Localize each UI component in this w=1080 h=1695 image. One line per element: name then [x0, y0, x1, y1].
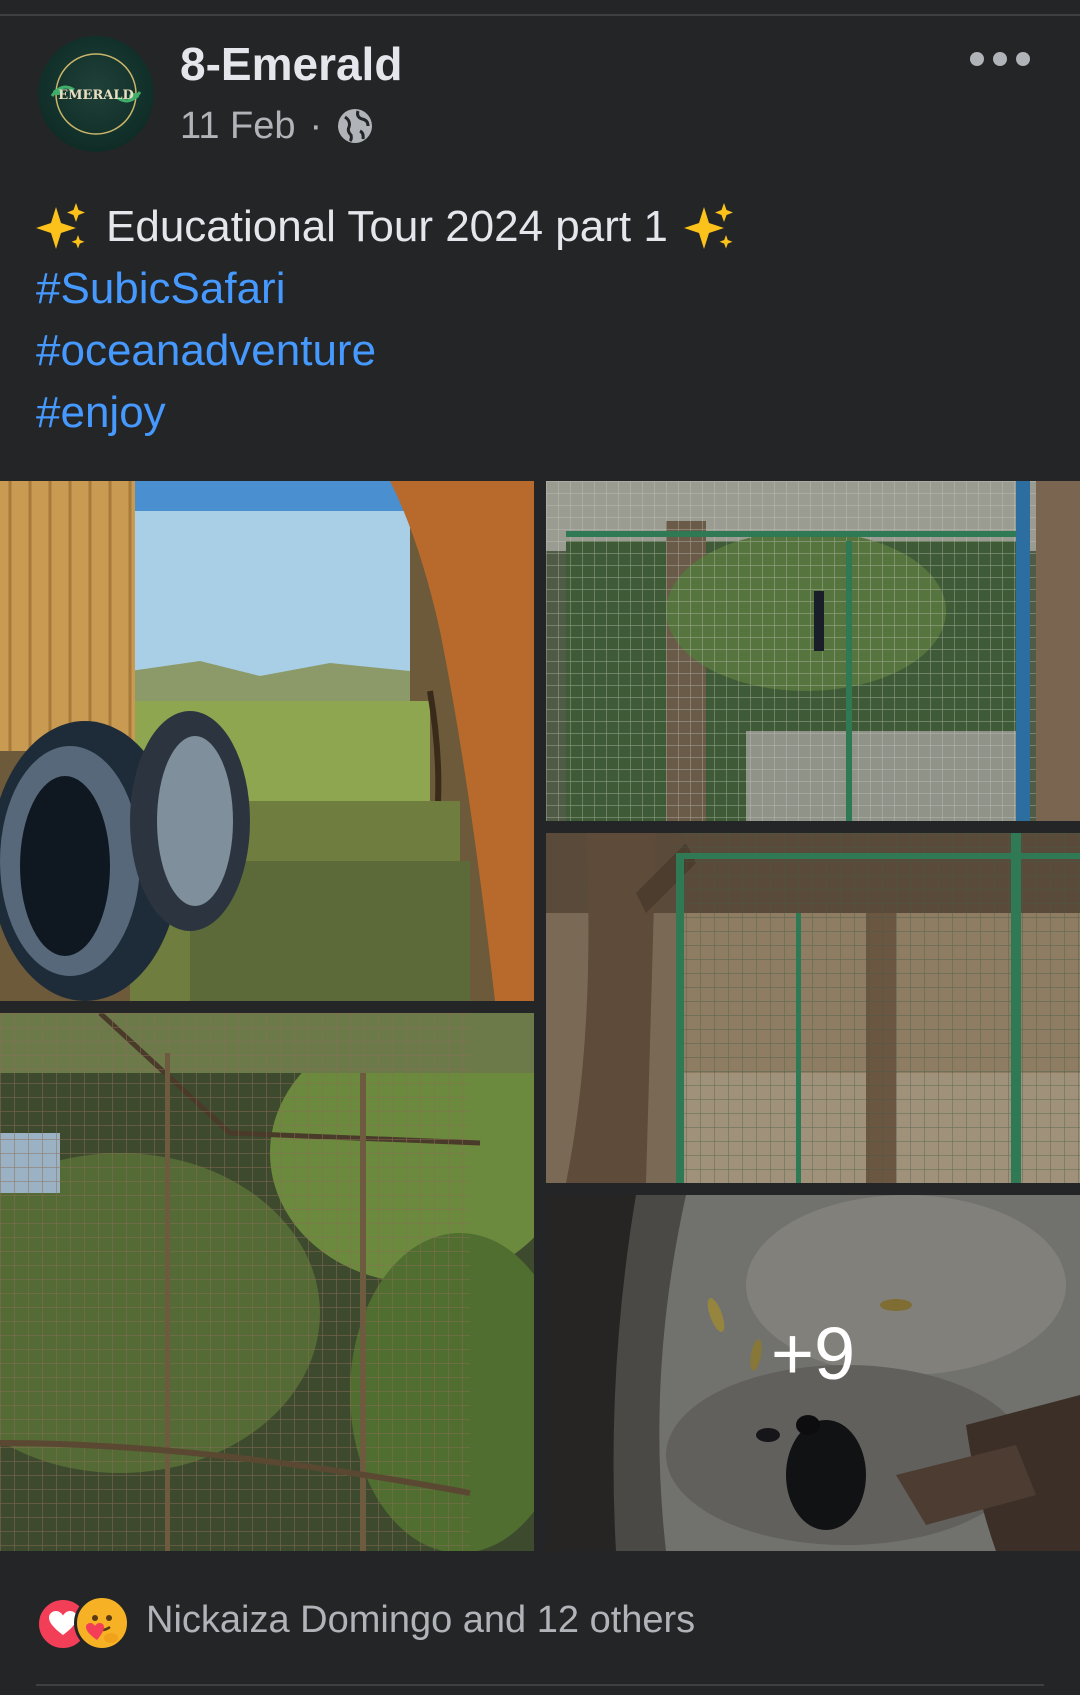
- post-meta: 11 Feb ·: [180, 102, 374, 150]
- reactions-bar[interactable]: Nickaiza Domingo and 12 others: [36, 1590, 695, 1651]
- photo-bus-window[interactable]: [0, 481, 534, 1001]
- post-body: Educational Tour 2024 part 1 #SubicSafar…: [36, 196, 1046, 444]
- more-horizontal-icon[interactable]: [970, 44, 1030, 74]
- post-title-line: Educational Tour 2024 part 1: [36, 196, 1046, 258]
- hashtag-link[interactable]: #SubicSafari: [36, 258, 1046, 320]
- more-dot: [993, 52, 1007, 66]
- photo-turtle-more[interactable]: +9: [546, 1195, 1080, 1551]
- bottom-divider: [36, 1684, 1044, 1686]
- page-avatar[interactable]: EMERALD: [38, 36, 154, 152]
- photo-image: [0, 1013, 534, 1551]
- photo-mesh-foliage[interactable]: [0, 1013, 534, 1551]
- heart-icon: [49, 1611, 77, 1635]
- more-photos-count[interactable]: +9: [546, 1195, 1080, 1551]
- photo-bird-enclosure[interactable]: [546, 481, 1080, 821]
- sparkles-icon: [36, 203, 85, 249]
- post-title: Educational Tour 2024 part 1: [106, 202, 668, 251]
- photo-green-cage[interactable]: [546, 833, 1080, 1183]
- globe-icon: [338, 109, 373, 143]
- more-dot: [1016, 52, 1030, 66]
- post-date[interactable]: 11 Feb: [180, 105, 295, 148]
- reaction-summary[interactable]: Nickaiza Domingo and 12 others: [146, 1599, 695, 1642]
- hashtag-link[interactable]: #oceanadventure: [36, 320, 1046, 382]
- photo-grid: +9: [0, 481, 1080, 1551]
- meta-separator: ·: [309, 104, 323, 147]
- more-dot: [970, 52, 984, 66]
- post-header: EMERALD 8-Emerald 11 Feb ·: [0, 0, 1080, 180]
- photo-image: [546, 833, 1080, 1183]
- reaction-icons: [36, 1593, 136, 1651]
- sparkles-icon: [683, 203, 733, 249]
- care-face-icon: [86, 1615, 118, 1643]
- care-reaction-icon: [74, 1595, 130, 1651]
- hashtag-link[interactable]: #enjoy: [36, 382, 1046, 444]
- photo-image: [0, 481, 534, 1001]
- avatar-logo: EMERALD: [50, 53, 142, 135]
- avatar-text: EMERALD: [58, 88, 134, 103]
- page-name[interactable]: 8-Emerald: [180, 36, 402, 92]
- photo-image: [546, 481, 1080, 821]
